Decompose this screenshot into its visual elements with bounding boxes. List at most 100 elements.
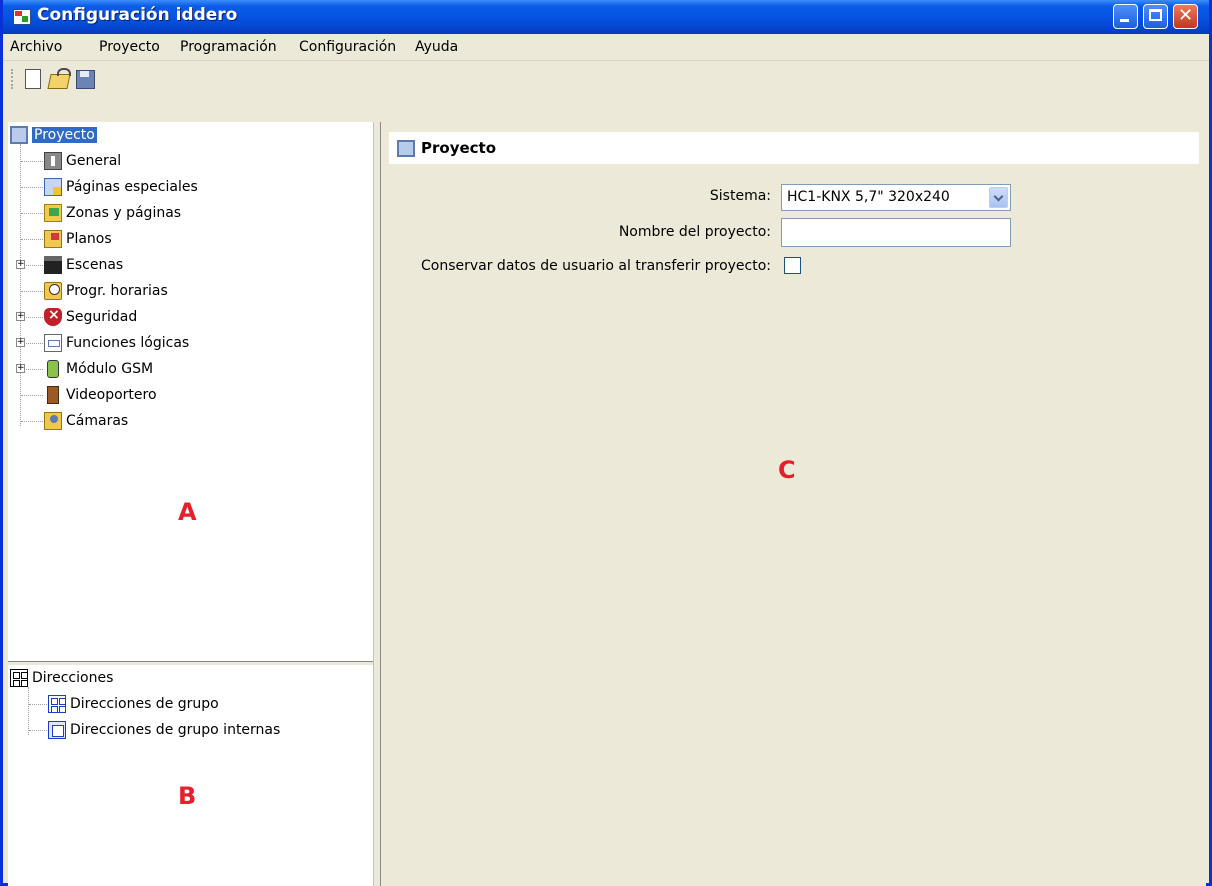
internal-group-address-icon [48, 721, 66, 739]
minimize-button[interactable] [1113, 4, 1138, 29]
tree-node-seguridad[interactable]: Seguridad [44, 306, 137, 328]
tree-node-general[interactable]: General [44, 150, 121, 172]
tree-node-modulo-gsm[interactable]: Módulo GSM [44, 358, 153, 380]
info-icon [44, 152, 62, 170]
save-disk-icon[interactable] [74, 68, 96, 90]
menu-bar: Archivo Proyecto Programación Configurac… [3, 34, 1209, 61]
project-icon [10, 126, 28, 144]
tree-node-proyecto[interactable]: Proyecto [10, 124, 97, 146]
expand-toggle[interactable]: + [16, 260, 25, 269]
tree-guide-line [21, 291, 43, 292]
annotation-marker-a: A [178, 498, 197, 526]
tree-node-planos[interactable]: Planos [44, 228, 112, 250]
sistema-value: HC1-KNX 5,7" 320x240 [787, 189, 950, 205]
properties-panel: Proyecto Sistema: HC1-KNX 5,7" 320x240 N… [381, 122, 1206, 886]
menu-configuracion[interactable]: Configuración [299, 39, 396, 55]
tree-node-label: Direcciones [32, 670, 114, 686]
camera-folder-icon [44, 412, 62, 430]
tree-guide-line [21, 213, 43, 214]
tree-guide-line [21, 239, 43, 240]
tree-node-label: Proyecto [32, 127, 97, 143]
tree-guide-line [21, 395, 43, 396]
project-tree-panel[interactable]: Proyecto General Páginas especiales Zona… [8, 122, 373, 661]
tree-node-label: Seguridad [66, 309, 138, 325]
window-title: Configuración iddero [37, 5, 238, 25]
tree-node-zonas-paginas[interactable]: Zonas y páginas [44, 202, 181, 224]
tree-node-label: Páginas especiales [66, 179, 198, 195]
tree-node-label: Progr. horarias [66, 283, 168, 299]
plans-icon [44, 230, 62, 248]
tree-guide-line [28, 687, 29, 735]
tree-guide-line [21, 161, 43, 162]
annotation-marker-c: C [778, 456, 796, 484]
menu-proyecto[interactable]: Proyecto [99, 39, 160, 55]
tree-guide-line [26, 343, 43, 344]
shield-icon [44, 307, 62, 326]
maximize-button[interactable] [1143, 4, 1168, 29]
toolbar-grip[interactable] [11, 69, 15, 89]
tree-node-direcciones-grupo[interactable]: Direcciones de grupo [48, 693, 219, 715]
expand-toggle[interactable]: + [16, 338, 25, 347]
tree-guide-line [26, 265, 43, 266]
addresses-tree-panel[interactable]: Direcciones Direcciones de grupo Direcci… [8, 665, 373, 886]
sistema-label: Sistema: [709, 188, 771, 204]
expand-toggle[interactable]: + [16, 312, 25, 321]
vertical-splitter[interactable] [373, 122, 381, 886]
tree-node-label: Funciones lógicas [66, 335, 190, 351]
menu-programacion[interactable]: Programación [180, 39, 277, 55]
chevron-down-icon[interactable] [989, 187, 1008, 208]
menu-archivo[interactable]: Archivo [10, 39, 62, 55]
logic-function-icon [44, 334, 62, 352]
tree-guide-line [29, 704, 47, 705]
expand-toggle[interactable]: + [16, 364, 25, 373]
menu-ayuda[interactable]: Ayuda [415, 39, 458, 55]
open-folder-icon[interactable] [47, 68, 71, 90]
conservar-datos-checkbox[interactable] [784, 257, 801, 274]
annotation-marker-b: B [178, 782, 197, 810]
tree-node-label: Planos [66, 231, 112, 247]
nombre-proyecto-field[interactable] [781, 218, 1011, 247]
minimize-icon [1120, 19, 1129, 22]
panel-header: Proyecto [389, 132, 1199, 164]
clock-folder-icon [44, 282, 62, 300]
tree-node-label: Módulo GSM [66, 361, 154, 377]
tree-node-camaras[interactable]: Cámaras [44, 410, 128, 432]
maximize-icon [1149, 9, 1162, 21]
new-document-icon[interactable] [22, 68, 44, 90]
tree-guide-line [21, 187, 43, 188]
tree-node-direcciones-grupo-internas[interactable]: Direcciones de grupo internas [48, 719, 280, 741]
tree-node-funciones-logicas[interactable]: Funciones lógicas [44, 332, 189, 354]
panel-title: Proyecto [421, 139, 497, 157]
toolbar [3, 61, 1209, 117]
address-grid-icon [10, 669, 28, 687]
zones-pages-icon [44, 204, 62, 222]
app-icon[interactable] [13, 9, 31, 25]
conservar-datos-label: Conservar datos de usuario al transferir… [420, 258, 771, 274]
tree-guide-line [29, 730, 47, 731]
tree-node-label: General [66, 153, 122, 169]
tree-node-paginas-especiales[interactable]: Páginas especiales [44, 176, 198, 198]
tree-node-label: Direcciones de grupo internas [70, 722, 281, 738]
tree-node-direcciones[interactable]: Direcciones [10, 667, 113, 689]
nombre-proyecto-label: Nombre del proyecto: [618, 224, 771, 240]
special-pages-icon [44, 178, 62, 196]
tree-node-label: Zonas y páginas [66, 205, 182, 221]
tree-node-label: Direcciones de grupo [70, 696, 219, 712]
tree-node-label: Escenas [66, 257, 124, 273]
project-icon [397, 140, 415, 157]
tree-node-videoportero[interactable]: Videoportero [44, 384, 157, 406]
tree-guide-line [26, 317, 43, 318]
tree-node-escenas[interactable]: Escenas [44, 254, 123, 276]
close-button[interactable]: ✕ [1173, 4, 1198, 29]
tree-guide-line [21, 421, 43, 422]
close-icon: ✕ [1178, 5, 1194, 26]
tree-node-label: Videoportero [66, 387, 157, 403]
tree-node-progr-horarias[interactable]: Progr. horarias [44, 280, 168, 302]
tree-guide-line [26, 369, 43, 370]
mobile-phone-icon [47, 360, 59, 378]
group-address-icon [48, 695, 66, 713]
tree-node-label: Cámaras [66, 413, 129, 429]
clapperboard-icon [44, 256, 62, 274]
sistema-select[interactable]: HC1-KNX 5,7" 320x240 [781, 184, 1011, 211]
title-bar[interactable]: Configuración iddero ✕ [3, 0, 1209, 34]
